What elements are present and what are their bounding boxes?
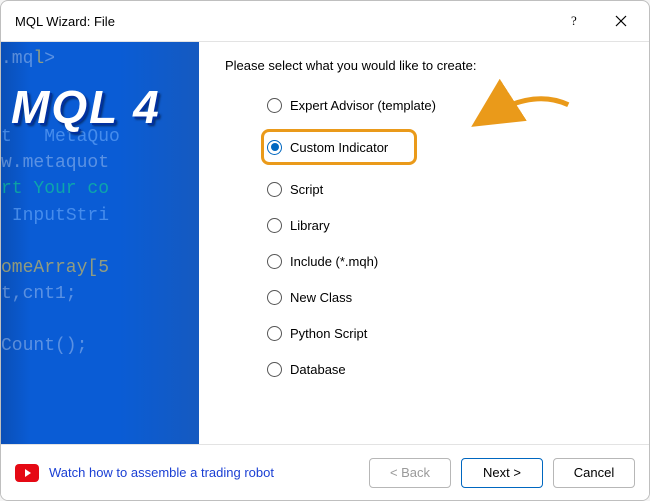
titlebar: MQL Wizard: File ? [1, 1, 649, 41]
footer: Watch how to assemble a trading robot < … [1, 444, 649, 500]
radio-icon [267, 326, 282, 341]
option-label: Script [290, 182, 323, 197]
option-label: New Class [290, 290, 352, 305]
option-label: Database [290, 362, 346, 377]
option-database[interactable]: Database [265, 357, 625, 381]
radio-icon [267, 254, 282, 269]
prompt-text: Please select what you would like to cre… [225, 58, 625, 73]
mql4-logo: MQL 4 [11, 80, 161, 134]
option-library[interactable]: Library [265, 213, 625, 237]
window-buttons: ? [553, 6, 643, 36]
option-label: Include (*.mqh) [290, 254, 378, 269]
option-custom-indicator[interactable]: Custom Indicator [265, 135, 396, 159]
sidebar-banner: .mql> t MetaQuo w.metaquot rt Your co In… [1, 42, 199, 444]
option-include[interactable]: Include (*.mqh) [265, 249, 625, 273]
option-label: Library [290, 218, 330, 233]
option-label: Expert Advisor (template) [290, 98, 436, 113]
radio-icon [267, 290, 282, 305]
option-label: Custom Indicator [290, 140, 388, 155]
svg-text:?: ? [571, 14, 577, 28]
option-expert-advisor[interactable]: Expert Advisor (template) [265, 93, 625, 117]
radio-icon [267, 362, 282, 377]
youtube-icon [15, 464, 39, 482]
help-button[interactable]: ? [553, 6, 597, 36]
highlight-box: Custom Indicator [261, 129, 417, 165]
cancel-button[interactable]: Cancel [553, 458, 635, 488]
option-list: Expert Advisor (template) Custom Indicat… [225, 93, 625, 381]
wizard-window: MQL Wizard: File ? .mql> t MetaQuo w.met… [0, 0, 650, 501]
back-button[interactable]: < Back [369, 458, 451, 488]
main-pane: Please select what you would like to cre… [199, 42, 649, 444]
window-title: MQL Wizard: File [15, 14, 115, 29]
watch-video-link[interactable]: Watch how to assemble a trading robot [49, 465, 274, 480]
content: .mql> t MetaQuo w.metaquot rt Your co In… [1, 41, 649, 444]
option-python-script[interactable]: Python Script [265, 321, 625, 345]
radio-icon [267, 182, 282, 197]
option-new-class[interactable]: New Class [265, 285, 625, 309]
option-script[interactable]: Script [265, 177, 625, 201]
option-label: Python Script [290, 326, 367, 341]
next-button[interactable]: Next > [461, 458, 543, 488]
radio-icon [267, 98, 282, 113]
radio-icon [267, 218, 282, 233]
radio-icon [267, 140, 282, 155]
close-button[interactable] [599, 6, 643, 36]
